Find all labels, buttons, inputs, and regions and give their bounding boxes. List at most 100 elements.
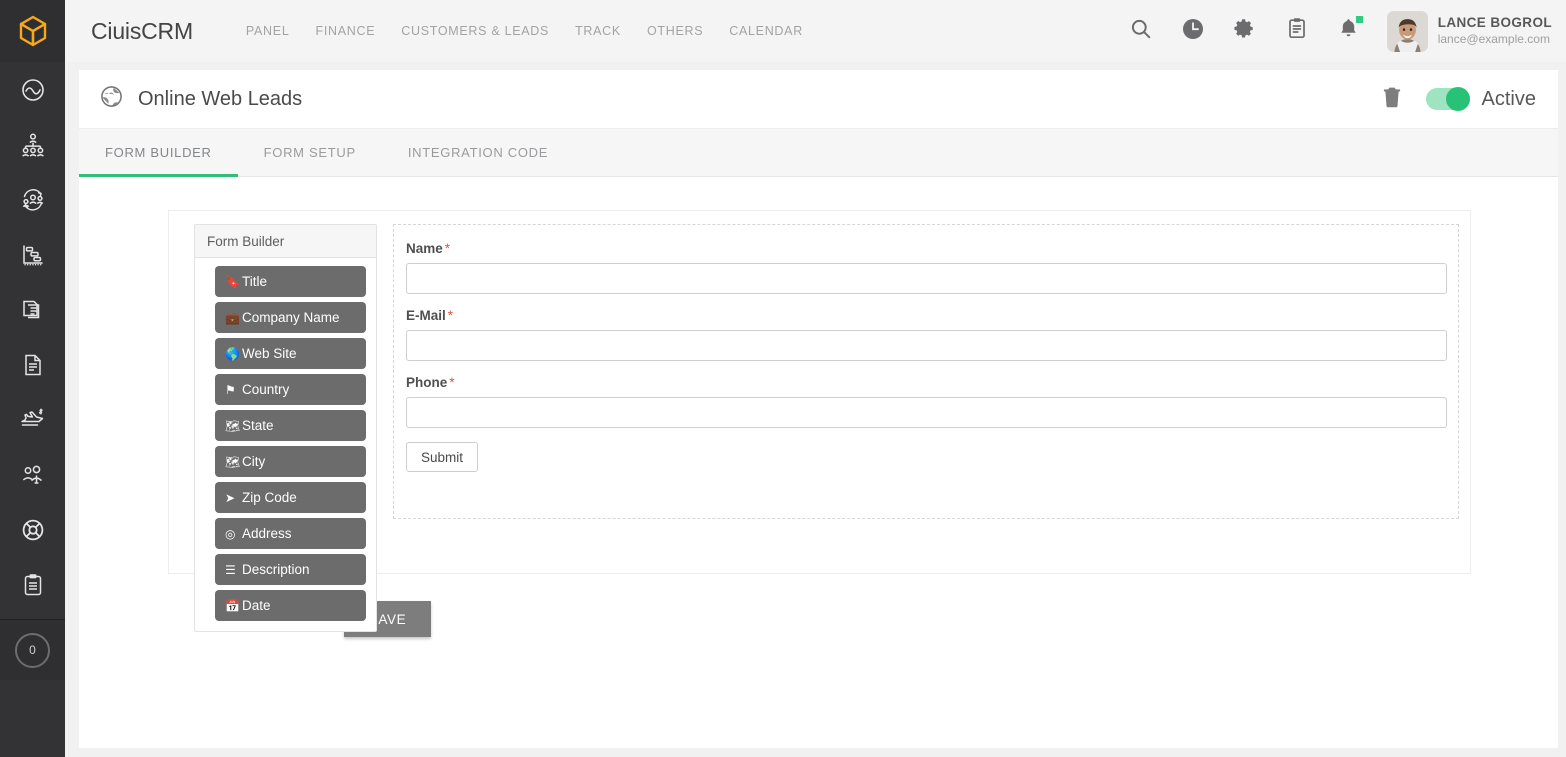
recent-button[interactable] [1167,0,1219,62]
nav-track[interactable]: TRACK [562,24,634,38]
field-label-text: Phone [406,375,448,390]
sidebar-counter-badge: 0 [15,632,50,668]
brand-name[interactable]: CiuisCRM [91,18,193,45]
sidebar-item-tasks[interactable] [0,557,65,612]
palette-item-state[interactable]: 🗺 State [215,410,366,441]
app-logo[interactable] [0,0,65,62]
sidebar-item-expenses[interactable] [0,392,65,447]
form-preview-dropzone[interactable]: Name * E-Mail * Phone * Submit [393,224,1459,519]
sidebar-item-support[interactable] [0,502,65,557]
palette-item-zip-code[interactable]: ➤ Zip Code [215,482,366,513]
search-icon [1130,18,1152,45]
required-marker: * [447,308,454,323]
file-lines-icon [20,352,46,378]
tab-integration-code[interactable]: INTEGRATION CODE [382,129,574,176]
email-input[interactable] [406,330,1447,361]
gantt-chart-icon [20,242,46,268]
sidebar-item-documents[interactable] [0,282,65,337]
sidebar-item-customers[interactable] [0,172,65,227]
palette-item-address[interactable]: ◎ Address [215,518,366,549]
form-builder-canvas: Form Builder 🔖 Title 💼 Company Name 🌎 We… [168,210,1471,632]
sidebar-item-projects[interactable] [0,227,65,282]
top-bar: CiuisCRM PANEL FINANCE CUSTOMERS & LEADS… [65,0,1566,62]
sidebar-item-files[interactable] [0,337,65,392]
left-sidebar: 0 [0,0,65,757]
delete-button[interactable] [1382,86,1402,113]
page-title: Online Web Leads [138,87,303,110]
palette-item-title[interactable]: 🔖 Title [215,266,366,297]
cube-logo-icon [16,14,50,48]
name-input[interactable] [406,263,1447,294]
palette-item-label: Country [242,382,290,397]
sidebar-item-staff[interactable] [0,447,65,502]
paper-plane-icon: ➤ [225,490,236,505]
map-icon: 🗺 [225,454,241,469]
org-hierarchy-icon [20,132,46,158]
notifications-button[interactable] [1323,0,1375,62]
user-menu[interactable]: LANCE BOGROL lance@example.com [1386,10,1552,52]
palette-item-web-site[interactable]: 🌎 Web Site [215,338,366,369]
palette-item-label: City [242,454,266,469]
sidebar-item-dashboard[interactable] [0,62,65,117]
users-group-icon [20,462,46,488]
user-email: lance@example.com [1437,31,1550,46]
palette-item-label: Date [242,598,271,613]
nav-panel[interactable]: PANEL [233,24,303,38]
form-field-name: Name * [406,241,1447,294]
sidebar-icon-list [0,62,65,612]
form-field-email: E-Mail * [406,308,1447,361]
globe-icon: 🌎 [225,346,240,361]
palette-item-description[interactable]: ☰ Description [215,554,366,585]
tab-bar: FORM BUILDER FORM SETUP INTEGRATION CODE [79,129,1558,177]
sidebar-counter[interactable]: 0 [0,620,65,680]
field-palette: Form Builder 🔖 Title 💼 Company Name 🌎 We… [194,224,377,632]
palette-items: 🔖 Title 💼 Company Name 🌎 Web Site ⚑ Coun… [195,258,376,636]
notes-button[interactable] [1271,0,1323,62]
nav-calendar[interactable]: CALENDAR [716,24,816,38]
status-label: Active [1481,87,1536,110]
user-name: LANCE BOGROL [1437,15,1552,31]
page-card: Online Web Leads Active FORM BUILDER FOR… [79,70,1558,748]
page-header: Online Web Leads Active [79,70,1558,129]
top-bar-actions: LANCE BOGROL lance@example.com [1115,0,1566,62]
sidebar-item-organization[interactable] [0,117,65,172]
palette-item-date[interactable]: 📅 Date [215,590,366,621]
users-sync-icon [20,187,46,213]
clock-icon [1181,17,1205,46]
search-button[interactable] [1115,0,1167,62]
field-label: E-Mail * [406,308,1444,323]
status-toggle[interactable] [1425,87,1470,111]
map-icon: 🗺 [225,418,241,433]
settings-button[interactable] [1219,0,1271,62]
palette-item-label: Company Name [242,310,340,325]
palette-item-label: Description [242,562,310,577]
dashboard-chart-icon [20,77,46,103]
phone-input[interactable] [406,397,1447,428]
page-header-actions: Active [1382,86,1558,113]
nav-others[interactable]: OTHERS [634,24,716,38]
user-info: LANCE BOGROL lance@example.com [1438,15,1552,47]
palette-item-city[interactable]: 🗺 City [215,446,366,477]
gear-icon [1233,17,1256,45]
field-label: Phone * [406,375,1444,390]
app-root: 0 CiuisCRM PANEL FINANCE CUSTOMERS & LEA… [0,0,1566,757]
trash-icon [1382,86,1402,113]
list-lines-icon: ☰ [225,562,236,577]
bookmark-icon: 🔖 [225,274,240,289]
documents-stack-icon [20,297,46,323]
briefcase-icon: 💼 [225,310,240,325]
palette-item-country[interactable]: ⚑ Country [215,374,366,405]
field-label-text: Name [406,241,443,256]
main-nav: PANEL FINANCE CUSTOMERS & LEADS TRACK OT… [233,24,816,38]
nav-customers-leads[interactable]: CUSTOMERS & LEADS [388,24,562,38]
palette-item-company-name[interactable]: 💼 Company Name [215,302,366,333]
field-label: Name * [406,241,1444,256]
submit-button[interactable]: Submit [406,442,479,472]
map-marker-icon: ◎ [225,526,236,541]
nav-finance[interactable]: FINANCE [302,24,388,38]
plane-dollar-icon [19,407,47,433]
tab-form-builder[interactable]: FORM BUILDER [79,129,238,177]
tab-form-setup[interactable]: FORM SETUP [238,129,382,176]
clipboard-notes-icon [1286,17,1308,45]
toggle-knob [1445,87,1470,111]
